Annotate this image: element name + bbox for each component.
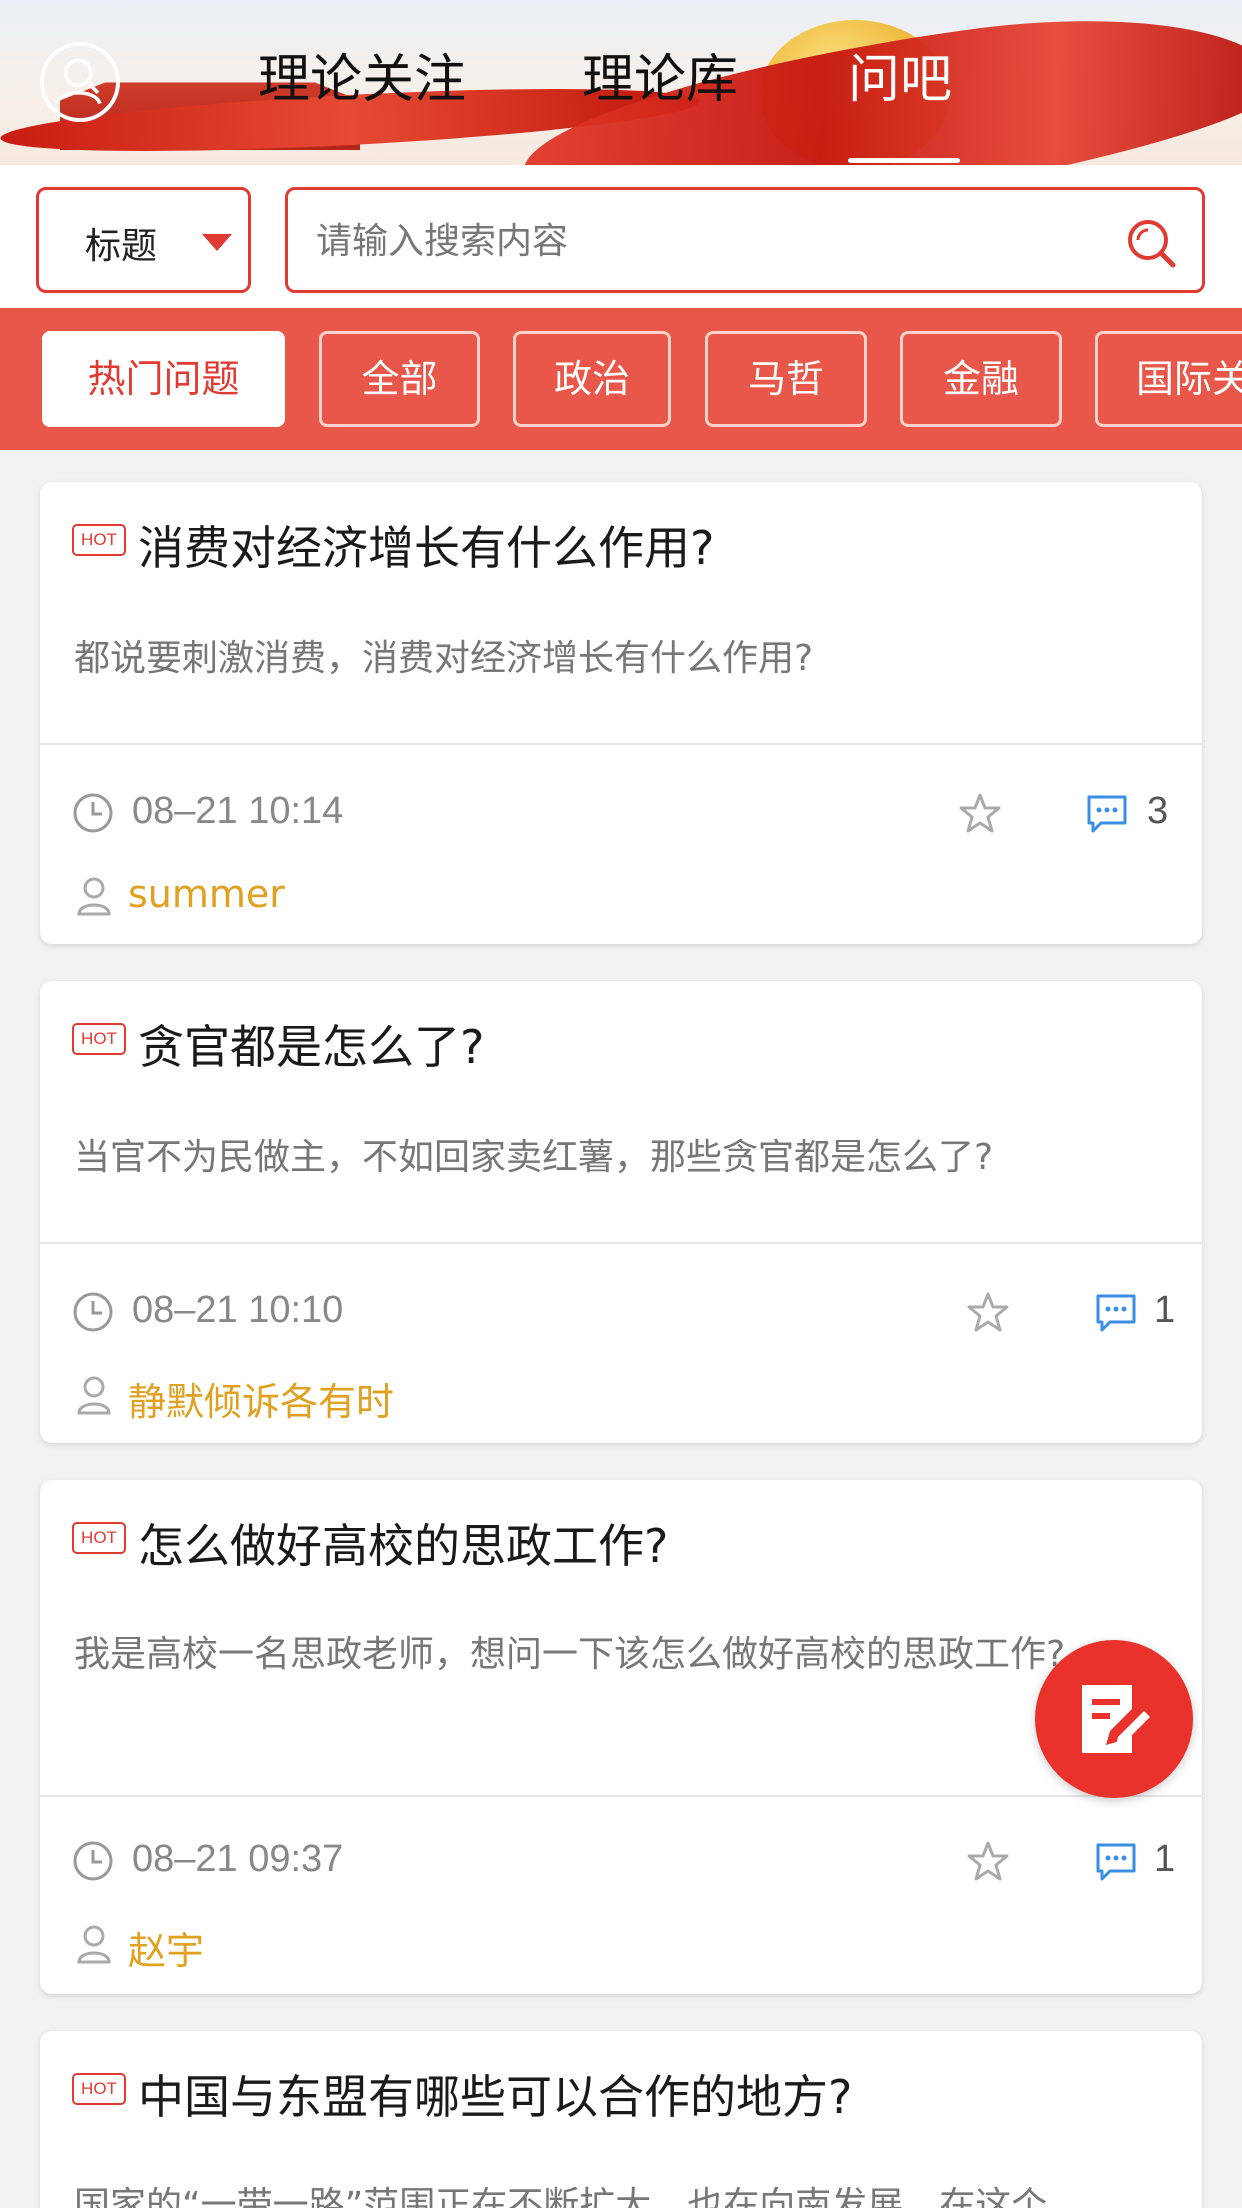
question-title[interactable]: 怎么做好高校的思政工作? — [138, 1510, 668, 1576]
question-meta: 08–21 09:37 1 — [72, 1836, 1175, 1886]
clock-icon — [73, 793, 113, 833]
tab-theory-focus[interactable]: 理论关注 — [258, 38, 466, 122]
person-icon — [77, 877, 111, 916]
card-divider — [40, 1795, 1202, 1797]
category-politics[interactable]: 政治 — [513, 331, 671, 427]
question-title-row: HOT 怎么做好高校的思政工作? — [72, 1510, 1170, 1573]
category-strip: 热门问题 全部 政治 马哲 金融 国际关 — [0, 308, 1242, 450]
question-time: 08–21 10:10 — [132, 1289, 344, 1331]
author-name[interactable]: 静默倾诉各有时 — [128, 1371, 394, 1426]
question-author-row: 赵宇 — [72, 1920, 1170, 1973]
question-title[interactable]: 中国与东盟有哪些可以合作的地方? — [138, 2061, 852, 2127]
card-divider — [40, 743, 1202, 745]
person-icon — [77, 1376, 111, 1415]
search-box — [285, 187, 1205, 293]
clock-icon — [73, 1292, 113, 1332]
question-title[interactable]: 消费对经济增长有什么作用? — [138, 512, 714, 578]
hot-badge: HOT — [72, 2073, 126, 2105]
question-description: 国家的“一带一路”范围正在不断扩大，也在向南发展，在这个 — [74, 2185, 1048, 2208]
tab-ask[interactable]: 问吧 — [848, 38, 952, 122]
question-description: 都说要刺激消费，消费对经济增长有什么作用? — [74, 638, 814, 679]
compose-button[interactable] — [1035, 1640, 1193, 1798]
search-field-select[interactable]: 标题 — [36, 187, 251, 293]
author-name[interactable]: summer — [128, 872, 285, 916]
question-time: 08–21 10:14 — [132, 790, 344, 832]
question-title-row: HOT 贪官都是怎么了? — [72, 1011, 1170, 1074]
comment-count: 1 — [1154, 1838, 1176, 1880]
question-title-row: HOT 消费对经济增长有什么作用? — [72, 512, 1170, 575]
category-hot[interactable]: 热门问题 — [42, 331, 285, 427]
category-international[interactable]: 国际关 — [1095, 331, 1242, 427]
category-marxist-philosophy[interactable]: 马哲 — [705, 331, 867, 427]
question-card[interactable]: HOT 中国与东盟有哪些可以合作的地方? 国家的“一带一路”范围正在不断扩大，也… — [40, 2031, 1202, 2208]
comment-icon[interactable] — [1085, 791, 1129, 835]
author-name[interactable]: 赵宇 — [128, 1920, 204, 1975]
search-input[interactable] — [314, 212, 1098, 270]
category-finance[interactable]: 金融 — [900, 331, 1062, 427]
clock-icon — [73, 1841, 113, 1881]
person-icon — [77, 1925, 111, 1964]
hot-badge: HOT — [72, 524, 126, 556]
active-tab-indicator — [848, 158, 960, 163]
top-tabs: 理论关注 理论库 问吧 — [0, 38, 1242, 128]
hot-badge: HOT — [72, 1023, 126, 1055]
category-all[interactable]: 全部 — [319, 331, 480, 427]
chevron-down-icon — [202, 234, 232, 251]
star-icon[interactable] — [966, 1290, 1010, 1334]
question-card[interactable]: HOT 贪官都是怎么了? 当官不为民做主，不如回家卖红薯，那些贪官都是怎么了? … — [40, 981, 1202, 1443]
comment-icon[interactable] — [1094, 1839, 1138, 1883]
compose-icon — [1082, 1685, 1150, 1753]
search-field-label: 标题 — [85, 226, 158, 267]
tab-theory-library[interactable]: 理论库 — [582, 38, 738, 122]
comment-count: 3 — [1147, 790, 1169, 832]
question-title[interactable]: 贪官都是怎么了? — [138, 1011, 484, 1077]
question-card[interactable]: HOT 消费对经济增长有什么作用? 都说要刺激消费，消费对经济增长有什么作用? … — [40, 482, 1202, 944]
header-banner: 理论关注 理论库 问吧 — [0, 0, 1242, 165]
question-card[interactable]: HOT 怎么做好高校的思政工作? 我是高校一名思政老师，想问一下该怎么做好高校的… — [40, 1480, 1202, 1994]
card-divider — [40, 1242, 1202, 1244]
hot-badge: HOT — [72, 1522, 126, 1554]
question-description: 我是高校一名思政老师，想问一下该怎么做好高校的思政工作? — [74, 1634, 1066, 1675]
question-author-row: 静默倾诉各有时 — [72, 1371, 1170, 1424]
comment-icon[interactable] — [1094, 1290, 1138, 1334]
question-description: 当官不为民做主，不如回家卖红薯，那些贪官都是怎么了? — [74, 1137, 994, 1178]
search-icon[interactable] — [1124, 216, 1178, 270]
star-icon[interactable] — [966, 1839, 1010, 1883]
question-author-row: summer — [72, 872, 1170, 922]
question-meta: 08–21 10:10 1 — [72, 1287, 1175, 1337]
question-time: 08–21 09:37 — [132, 1838, 344, 1880]
star-icon[interactable] — [958, 791, 1002, 835]
comment-count: 1 — [1154, 1289, 1176, 1331]
question-title-row: HOT 中国与东盟有哪些可以合作的地方? — [72, 2061, 1170, 2124]
question-meta: 08–21 10:14 3 — [72, 788, 1170, 838]
app-screen: 理论关注 理论库 问吧 标题 热门问题 全部 政治 马哲 金融 国际关 — [0, 0, 1242, 2208]
search-bar: 标题 — [0, 165, 1242, 308]
